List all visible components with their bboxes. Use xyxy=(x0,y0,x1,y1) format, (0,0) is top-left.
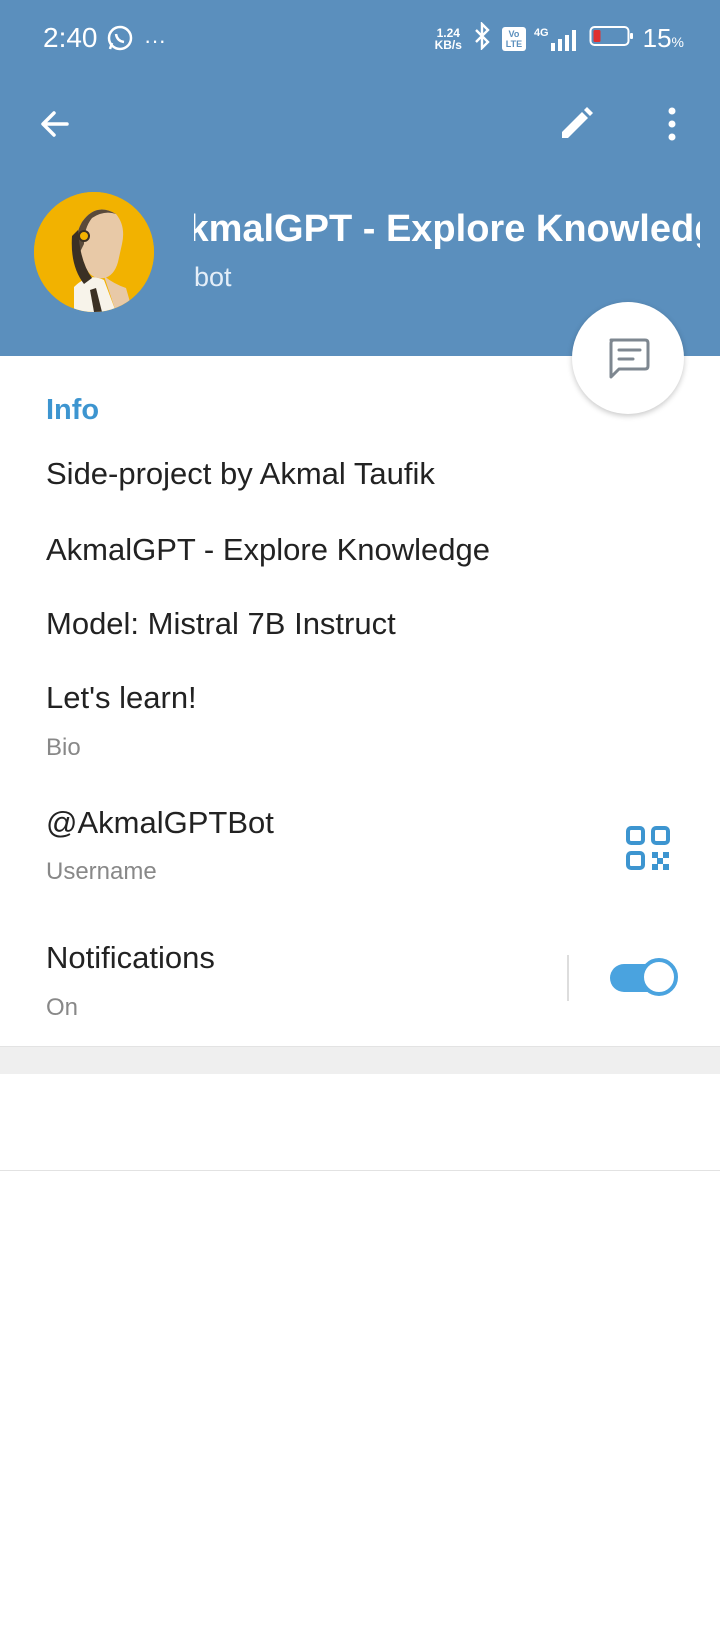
qr-code-button[interactable] xyxy=(626,826,670,870)
message-button[interactable] xyxy=(572,302,684,414)
bluetooth-icon xyxy=(470,21,494,55)
info-line: Let's learn! xyxy=(46,680,197,715)
notifications-state: On xyxy=(46,994,79,1021)
info-line: AkmalGPT - Explore Knowledge xyxy=(46,532,490,567)
whatsapp-icon xyxy=(106,24,134,57)
more-notifications-icon: ··· xyxy=(144,27,166,53)
signal-icon: 4G xyxy=(534,27,581,51)
notifications-label: Notifications xyxy=(46,940,215,975)
section-divider xyxy=(0,1046,720,1074)
username-value: @AkmalGPTBot xyxy=(46,805,274,840)
back-button[interactable] xyxy=(27,96,83,152)
toggle-knob xyxy=(640,958,678,996)
back-arrow-icon xyxy=(41,111,69,137)
notifications-toggle[interactable] xyxy=(608,958,678,998)
divider xyxy=(567,955,569,1001)
info-line: Model: Mistral 7B Instruct xyxy=(46,606,396,641)
profile-subtitle: bot xyxy=(194,262,232,292)
network-speed: 1.24 KB/s xyxy=(434,25,462,52)
divider xyxy=(0,1170,720,1171)
avatar[interactable] xyxy=(34,192,154,312)
bio-label: Bio xyxy=(46,734,81,761)
info-line: Side-project by Akmal Taufik xyxy=(46,456,435,491)
more-options-button[interactable] xyxy=(644,96,700,152)
info-section-title: Info xyxy=(46,394,100,426)
qr-code-icon xyxy=(626,826,670,870)
battery-icon xyxy=(589,24,635,53)
robot-thinker-icon xyxy=(34,192,154,312)
battery-percent: 15% xyxy=(642,23,684,53)
profile-header: 2:40 ··· 1.24 KB/s Vo LTE 4G 15% kmalGPT… xyxy=(0,0,720,356)
edit-button[interactable] xyxy=(548,96,604,152)
more-vertical-icon xyxy=(668,107,676,141)
status-bar: 2:40 ··· 1.24 KB/s Vo LTE 4G 15% xyxy=(0,0,720,80)
username-label: Username xyxy=(46,858,157,885)
pencil-icon xyxy=(562,107,593,138)
profile-title: AkmalGPT - Explore Knowledge AkmalGPT - … xyxy=(194,208,700,250)
message-icon xyxy=(609,338,650,379)
status-time: 2:40 xyxy=(43,22,98,53)
volte-icon: Vo LTE xyxy=(501,26,526,51)
